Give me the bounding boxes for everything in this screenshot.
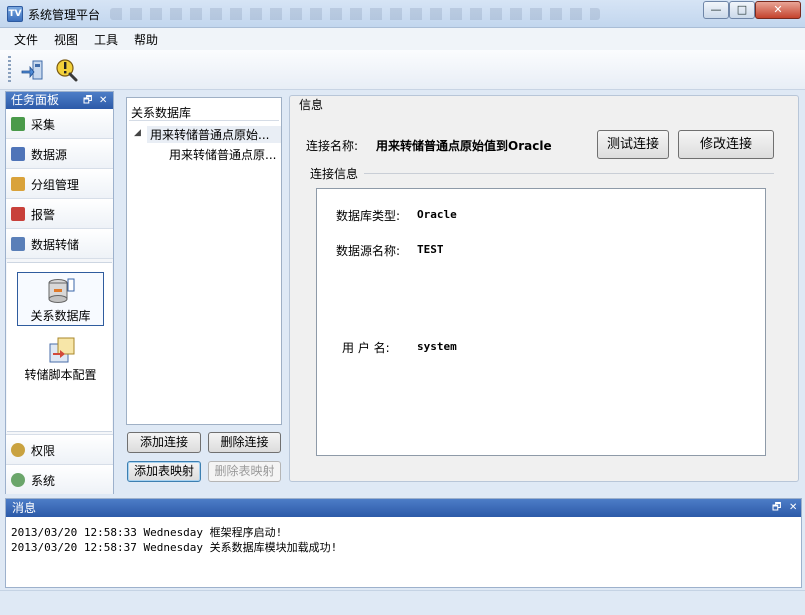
relational-db-tree[interactable]: 关系数据库 ◢ 用来转储普通点原始... 用来转储普通点原...	[126, 97, 282, 425]
section-system[interactable]: 系统	[6, 464, 113, 494]
data-dump-item-list: 关系数据库 转储脚本配置	[7, 262, 112, 432]
section-group-management[interactable]: 分组管理	[6, 169, 113, 199]
task-panel: 任务面板 🗗 ✕ 采集 数据源 分组管理 报警 数据转储 关系数据库 转储脚本配…	[5, 91, 114, 494]
permission-icon	[11, 443, 25, 457]
title-bar: TV 系统管理平台 — □ ✕	[0, 0, 805, 28]
message-pin-icon[interactable]: 🗗	[772, 499, 781, 517]
group-management-icon	[11, 177, 25, 191]
add-table-mapping-button[interactable]: 添加表映射	[127, 461, 201, 482]
app-icon: TV	[7, 6, 23, 22]
connection-detail-panel: 数据库类型: Oracle 数据源名称: TEST 用 户 名: system	[316, 188, 766, 456]
log-line: 2013/03/20 12:58:37 Wednesday 关系数据库模块加载成…	[11, 541, 338, 554]
connection-name-value: 用来转储普通点原始值到Oracle	[376, 139, 552, 153]
section-label: 报警	[31, 208, 56, 222]
connection-info-divider	[364, 173, 774, 174]
username-value: system	[417, 340, 457, 353]
task-panel-header: 任务面板 🗗 ✕	[6, 92, 113, 109]
datasource-name-value: TEST	[417, 243, 444, 256]
title-bar-background-ghost	[110, 8, 600, 20]
connection-info-title: 连接信息	[310, 167, 359, 181]
menu-bar: 文件 视图 工具 帮助	[0, 28, 805, 50]
db-type-value: Oracle	[417, 208, 457, 221]
db-type-label: 数据库类型:	[336, 209, 401, 223]
window-title: 系统管理平台	[28, 8, 101, 22]
add-connection-button[interactable]: 添加连接	[127, 432, 201, 453]
log-line: 2013/03/20 12:58:33 Wednesday 框架程序启动!	[11, 526, 283, 539]
test-connection-button[interactable]: 测试连接	[597, 130, 669, 159]
task-panel-close-icon[interactable]: ✕	[99, 92, 107, 109]
message-close-icon[interactable]: ✕	[789, 499, 797, 517]
close-button[interactable]: ✕	[755, 1, 801, 19]
tree-node-table-mapping[interactable]: 用来转储普通点原...	[169, 146, 281, 163]
minimize-button[interactable]: —	[703, 1, 729, 19]
tree-node-connection[interactable]: 用来转储普通点原始...	[147, 126, 281, 143]
edit-connection-button[interactable]: 修改连接	[678, 130, 774, 159]
connection-name-label: 连接名称:	[306, 139, 359, 153]
menu-view[interactable]: 视图	[54, 31, 78, 48]
datasource-icon	[11, 147, 25, 161]
menu-help[interactable]: 帮助	[134, 31, 158, 48]
message-panel-header: 消息 🗗 ✕	[6, 499, 801, 517]
username-label: 用 户 名:	[342, 341, 390, 355]
section-label: 权限	[31, 444, 56, 458]
database-icon	[46, 277, 76, 305]
message-panel: 消息 🗗 ✕ 2013/03/20 12:58:33 Wednesday 框架程…	[5, 498, 802, 588]
section-label: 数据转储	[31, 238, 80, 252]
section-label: 分组管理	[31, 178, 80, 192]
section-data-dump[interactable]: 数据转储	[6, 229, 113, 259]
tile-label: 转储脚本配置	[24, 368, 97, 382]
toolbar-grip[interactable]	[8, 56, 11, 84]
message-panel-title: 消息	[12, 501, 37, 515]
info-title: 信息	[297, 96, 326, 113]
section-datasource[interactable]: 数据源	[6, 139, 113, 169]
datasource-name-label: 数据源名称:	[336, 244, 401, 258]
task-panel-title: 任务面板	[11, 93, 60, 107]
section-label: 采集	[31, 118, 56, 132]
pin-icon[interactable]: 🗗	[83, 92, 92, 109]
section-label: 数据源	[31, 148, 68, 162]
tree-divider	[129, 120, 279, 121]
warning-search-icon[interactable]	[54, 57, 80, 83]
menu-tools[interactable]: 工具	[94, 31, 118, 48]
section-permission[interactable]: 权限	[6, 434, 113, 464]
data-dump-icon	[11, 237, 25, 251]
delete-table-mapping-button[interactable]: 删除表映射	[208, 461, 281, 482]
menu-file[interactable]: 文件	[14, 31, 38, 48]
delete-connection-button[interactable]: 删除连接	[208, 432, 281, 453]
tile-dump-script-config[interactable]: 转储脚本配置	[17, 332, 104, 386]
system-icon	[11, 473, 25, 487]
section-collect[interactable]: 采集	[6, 109, 113, 139]
maximize-button[interactable]: □	[729, 1, 755, 19]
expand-arrow-icon[interactable]: ◢	[134, 128, 141, 138]
section-alarm[interactable]: 报警	[6, 199, 113, 229]
connect-icon[interactable]	[20, 57, 46, 83]
collect-icon	[11, 117, 25, 131]
alarm-icon	[11, 207, 25, 221]
tile-relational-database[interactable]: 关系数据库	[17, 272, 104, 326]
toolbar	[0, 50, 805, 90]
tree-title: 关系数据库	[131, 106, 192, 120]
tile-label: 关系数据库	[30, 309, 91, 323]
status-bar	[0, 590, 805, 615]
section-label: 系统	[31, 474, 56, 488]
script-config-icon	[46, 336, 76, 364]
